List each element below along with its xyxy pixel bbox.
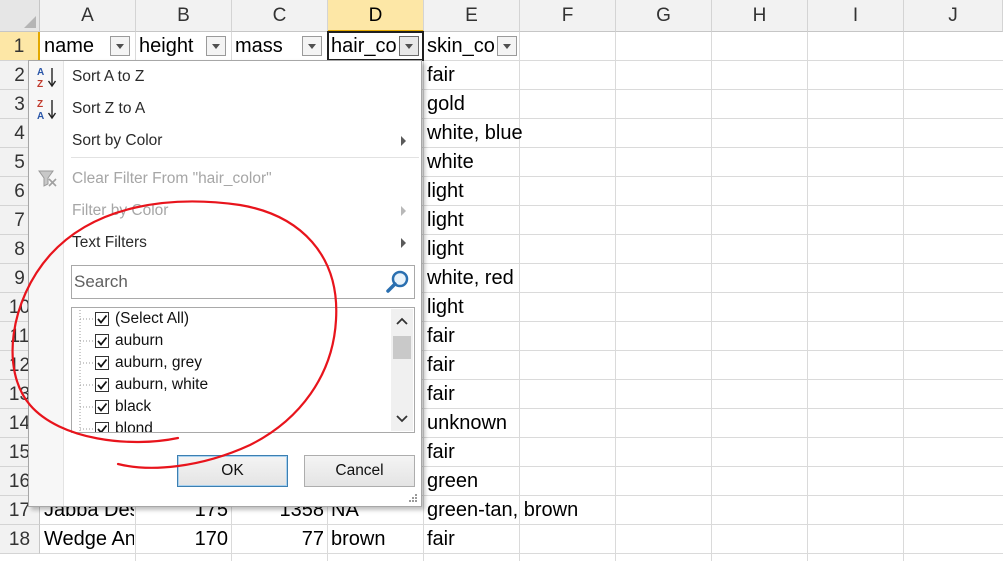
red-annotation-circle <box>11 200 338 469</box>
